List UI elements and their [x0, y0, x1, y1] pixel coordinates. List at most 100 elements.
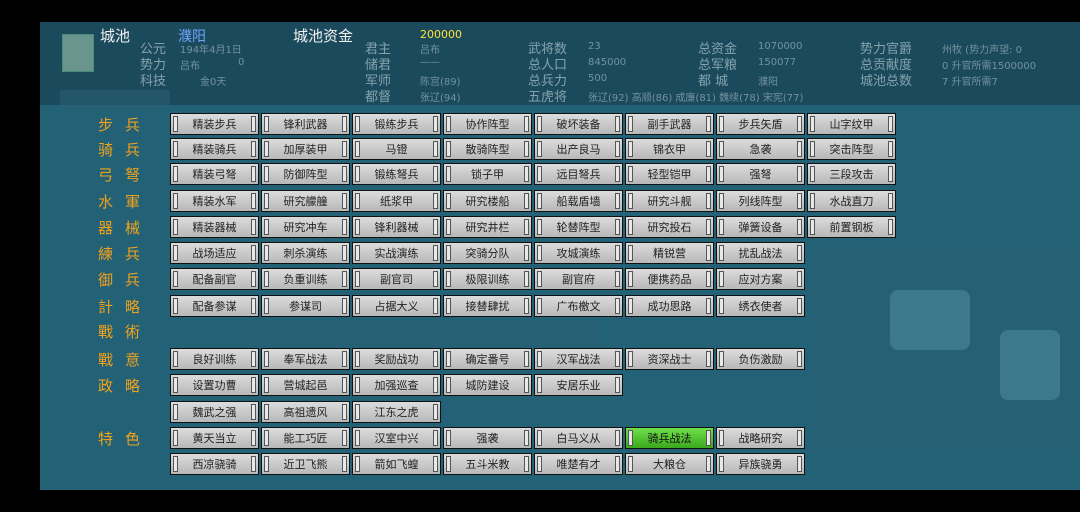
tech-button[interactable]: 研究斗舰 — [625, 190, 714, 212]
tech-button[interactable]: 异族骁勇 — [716, 453, 805, 475]
tech-button[interactable]: 高祖遗风 — [261, 401, 350, 423]
tech-button[interactable]: 三段攻击 — [807, 163, 896, 185]
tech-button[interactable]: 加厚装甲 — [261, 138, 350, 160]
tech-button[interactable]: 江东之虎 — [352, 401, 441, 423]
tech-button[interactable]: 资深战士 — [625, 348, 714, 370]
tech-button[interactable]: 实战演练 — [352, 242, 441, 264]
merit-value: 0 升官所需1500000 — [942, 61, 1037, 72]
tech-button[interactable]: 研究井栏 — [443, 216, 532, 238]
tech-button[interactable]: 锋利武器 — [261, 113, 350, 135]
tech-button[interactable]: 马镫 — [352, 138, 441, 160]
tech-button[interactable]: 散骑阵型 — [443, 138, 532, 160]
tech-button[interactable]: 船载盾墙 — [534, 190, 623, 212]
tech-button[interactable]: 负重训练 — [261, 268, 350, 290]
tech-button[interactable]: 列线阵型 — [716, 190, 805, 212]
tech-button[interactable]: 城防建设 — [443, 374, 532, 396]
tech-button[interactable]: 确定番号 — [443, 348, 532, 370]
tech-button[interactable]: 研究冲车 — [261, 216, 350, 238]
lord-value: 吕布 — [420, 45, 440, 56]
tech-button[interactable]: 远目弩兵 — [534, 163, 623, 185]
tech-button[interactable]: 五斗米教 — [443, 453, 532, 475]
tech-button[interactable]: 副手武器 — [625, 113, 714, 135]
tech-button[interactable]: 锻练步兵 — [352, 113, 441, 135]
tigers-value: 张辽(92) 高顺(86) 成廉(81) 魏续(78) 宋宪(77) — [588, 93, 804, 104]
tech-button[interactable]: 精装弓弩 — [170, 163, 259, 185]
tech-button[interactable]: 强袭 — [443, 427, 532, 449]
tech-button[interactable]: 山字纹甲 — [807, 113, 896, 135]
tech-button[interactable]: 魏武之强 — [170, 401, 259, 423]
tech-button[interactable]: 近卫飞熊 — [261, 453, 350, 475]
tech-button[interactable]: 研究楼船 — [443, 190, 532, 212]
tech-button[interactable]: 锦衣甲 — [625, 138, 714, 160]
governor-label: 都督 — [365, 90, 392, 105]
tech-button[interactable]: 精装器械 — [170, 216, 259, 238]
tech-button[interactable]: 唯楚有才 — [534, 453, 623, 475]
tech-button[interactable]: 突骑分队 — [443, 242, 532, 264]
tech-button[interactable]: 出产良马 — [534, 138, 623, 160]
tech-button[interactable]: 刺杀演练 — [261, 242, 350, 264]
tech-button[interactable]: 营城起邑 — [261, 374, 350, 396]
tech-button[interactable]: 副官司 — [352, 268, 441, 290]
tech-button[interactable]: 战略研究 — [716, 427, 805, 449]
troops-value: 500 — [588, 73, 608, 84]
tech-button[interactable]: 破坏装备 — [534, 113, 623, 135]
tech-button[interactable]: 精装水军 — [170, 190, 259, 212]
tech-button[interactable]: 大粮仓 — [625, 453, 714, 475]
tech-button[interactable]: 西凉骁骑 — [170, 453, 259, 475]
tech-button[interactable]: 广布檄文 — [534, 295, 623, 317]
generals-value: 23 — [588, 41, 601, 52]
tech-button[interactable]: 强弩 — [716, 163, 805, 185]
tech-button[interactable]: 精锐营 — [625, 242, 714, 264]
tech-button[interactable]: 轻型铠甲 — [625, 163, 714, 185]
tech-button[interactable]: 研究投石 — [625, 216, 714, 238]
tech-button[interactable]: 箭如飞蝗 — [352, 453, 441, 475]
tech-button[interactable]: 汉室中兴 — [352, 427, 441, 449]
tech-button[interactable]: 攻城演练 — [534, 242, 623, 264]
tech-button[interactable]: 设置功曹 — [170, 374, 259, 396]
tech-button[interactable]: 配备副官 — [170, 268, 259, 290]
tech-button[interactable]: 极限训练 — [443, 268, 532, 290]
tech-button[interactable]: 应对方案 — [716, 268, 805, 290]
tech-button[interactable]: 锁子甲 — [443, 163, 532, 185]
tech-button[interactable]: 黄天当立 — [170, 427, 259, 449]
row-label: 計略 — [98, 298, 153, 316]
tech-button[interactable]: 参谋司 — [261, 295, 350, 317]
tech-button[interactable]: 奉军战法 — [261, 348, 350, 370]
tech-button[interactable]: 负伤激励 — [716, 348, 805, 370]
tech-button[interactable]: 轮替阵型 — [534, 216, 623, 238]
tech-button[interactable]: 成功思路 — [625, 295, 714, 317]
tech-button[interactable]: 良好训练 — [170, 348, 259, 370]
tech-button[interactable]: 汉军战法 — [534, 348, 623, 370]
force-value: 吕布 — [180, 61, 200, 72]
tech-button[interactable]: 配备参谋 — [170, 295, 259, 317]
tech-button[interactable]: 精装骑兵 — [170, 138, 259, 160]
tech-button[interactable]: 研究艨艟 — [261, 190, 350, 212]
tech-button[interactable]: 锻练弩兵 — [352, 163, 441, 185]
tech-button[interactable]: 占据大义 — [352, 295, 441, 317]
tech-button[interactable]: 精装步兵 — [170, 113, 259, 135]
tech-button[interactable]: 突击阵型 — [807, 138, 896, 160]
tech-button[interactable]: 白马义从 — [534, 427, 623, 449]
tech-button[interactable]: 安居乐业 — [534, 374, 623, 396]
tech-button[interactable]: 急袭 — [716, 138, 805, 160]
tech-button[interactable]: 纸浆甲 — [352, 190, 441, 212]
tech-button[interactable]: 战场适应 — [170, 242, 259, 264]
tech-button[interactable]: 加强巡查 — [352, 374, 441, 396]
tech-button[interactable]: 扰乱战法 — [716, 242, 805, 264]
tech-button[interactable]: 锋利器械 — [352, 216, 441, 238]
tech-button[interactable]: 水战直刀 — [807, 190, 896, 212]
tech-button[interactable]: 接替肆扰 — [443, 295, 532, 317]
tech-button[interactable]: 奖励战功 — [352, 348, 441, 370]
tech-button[interactable]: 副官府 — [534, 268, 623, 290]
tech-button[interactable]: 步兵矢盾 — [716, 113, 805, 135]
tech-button[interactable]: 能工巧匠 — [261, 427, 350, 449]
tech-button[interactable]: 便携药品 — [625, 268, 714, 290]
tech-button[interactable]: 前置钢板 — [807, 216, 896, 238]
tech-button[interactable]: 绣衣使者 — [716, 295, 805, 317]
tech-button[interactable]: 骑兵战法 — [625, 427, 714, 449]
heir-value: —— — [420, 57, 440, 68]
game-screen: 城池 濮阳 城池资金 200000 公元 194年4月1日 势力 吕布 0 科技… — [40, 0, 1080, 490]
tech-button[interactable]: 协作阵型 — [443, 113, 532, 135]
tech-button[interactable]: 防御阵型 — [261, 163, 350, 185]
tech-button[interactable]: 弹簧设备 — [716, 216, 805, 238]
